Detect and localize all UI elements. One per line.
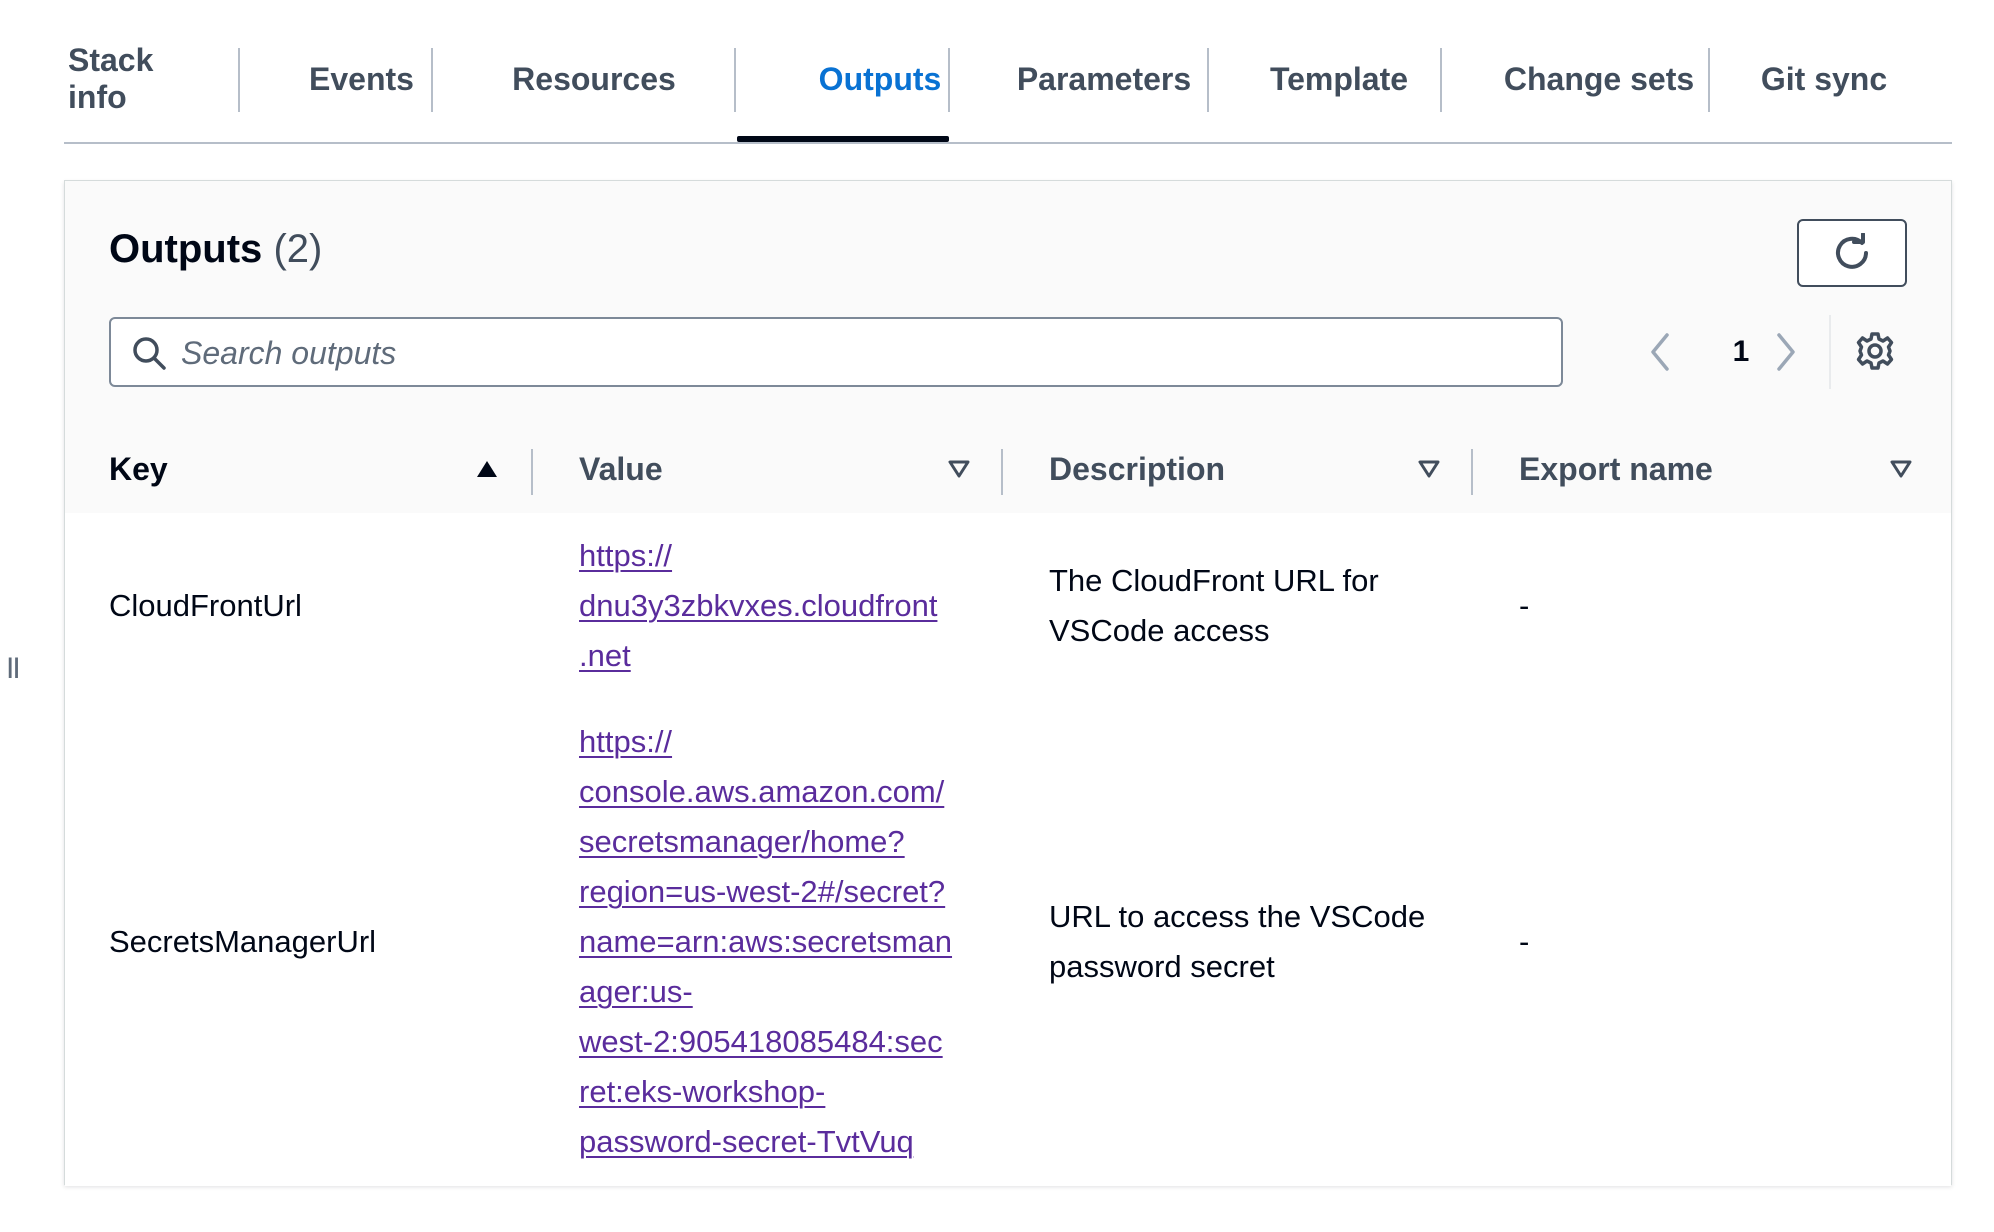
active-tab-indicator <box>737 136 949 142</box>
output-key: CloudFrontUrl <box>109 588 302 623</box>
chevron-right-icon[interactable] <box>1771 331 1801 373</box>
column-header-export-name[interactable]: Export name <box>1519 425 1713 513</box>
page-title: Outputs (2) <box>109 227 322 272</box>
sort-descending-outline-icon[interactable] <box>1889 459 1913 479</box>
table-header: Key Value Description Export name <box>65 425 1951 514</box>
page-number[interactable]: 1 <box>1723 331 1759 373</box>
column-separator[interactable] <box>531 449 533 495</box>
panel-header: Outputs (2) 1 <box>65 181 1951 426</box>
tab-template[interactable]: Template <box>1234 44 1444 114</box>
tab-parameters[interactable]: Parameters <box>984 44 1224 114</box>
output-value-link[interactable]: https:// dnu3y3zbkvxes.cloudfront .net <box>579 531 937 681</box>
tab-separator <box>431 48 433 112</box>
tab-separator <box>1440 48 1442 112</box>
panel-title: Outputs <box>109 227 263 271</box>
sort-ascending-icon[interactable] <box>475 459 499 479</box>
gear-icon[interactable] <box>1855 331 1895 371</box>
sort-descending-outline-icon[interactable] <box>1417 459 1441 479</box>
sort-descending-outline-icon[interactable] <box>947 459 971 479</box>
tab-separator <box>1207 48 1209 112</box>
refresh-icon <box>1836 233 1868 269</box>
tab-separator <box>1708 48 1710 112</box>
tab-git-sync[interactable]: Git sync <box>1744 44 1904 114</box>
output-value: https:// console.aws.amazon.com/ secrets… <box>579 717 952 1167</box>
output-key: SecretsManagerUrl <box>109 924 377 959</box>
item-count: (2) <box>273 227 323 271</box>
tab-separator <box>238 48 240 112</box>
tab-resources[interactable]: Resources <box>494 44 694 114</box>
page: Stack info Events Resources Outputs Para… <box>0 0 1994 1232</box>
table-row: CloudFrontUrl https:// dnu3y3zbkvxes.clo… <box>65 513 1951 700</box>
output-value: https:// dnu3y3zbkvxes.cloudfront .net <box>579 531 937 681</box>
tab-change-sets[interactable]: Change sets <box>1474 44 1724 114</box>
output-export-name: - <box>1519 588 1530 623</box>
table-row: SecretsManagerUrl https:// console.aws.a… <box>65 699 1951 1186</box>
column-header-description[interactable]: Description <box>1049 425 1225 513</box>
column-header-value[interactable]: Value <box>579 425 663 513</box>
refresh-button[interactable] <box>1797 219 1907 287</box>
tab-outputs[interactable]: Outputs <box>775 44 985 114</box>
column-header-key[interactable]: Key <box>109 425 168 513</box>
column-separator[interactable] <box>1471 449 1473 495</box>
output-description: The CloudFront URL for VSCode access <box>1049 563 1379 648</box>
tab-bar: Stack info Events Resources Outputs Para… <box>64 0 1952 144</box>
tab-separator <box>734 48 736 112</box>
output-value-link[interactable]: https:// console.aws.amazon.com/ secrets… <box>579 717 952 1167</box>
search-input[interactable] <box>179 327 1543 379</box>
search-icon <box>133 337 166 370</box>
tab-separator <box>948 48 950 112</box>
outputs-panel: Outputs (2) 1 <box>64 180 1952 1186</box>
output-description: URL to access the VSCode password secret <box>1049 899 1426 984</box>
tab-events[interactable]: Events <box>304 44 419 114</box>
column-separator[interactable] <box>1001 449 1003 495</box>
search-field[interactable] <box>109 317 1563 387</box>
output-export-name: - <box>1519 924 1530 959</box>
panel-resize-handle[interactable]: II <box>6 652 21 686</box>
pager-divider <box>1829 315 1831 389</box>
chevron-left-icon[interactable] <box>1645 331 1675 373</box>
tab-stack-info[interactable]: Stack info <box>68 42 218 115</box>
